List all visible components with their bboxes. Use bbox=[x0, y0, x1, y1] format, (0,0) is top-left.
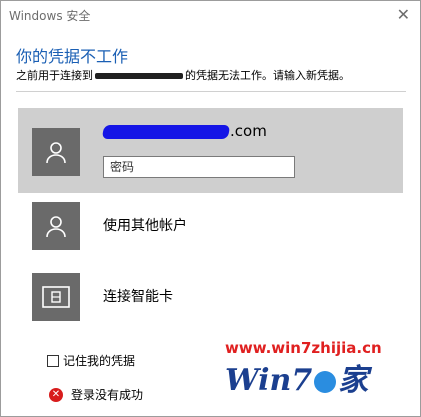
redacted-account-name bbox=[101, 124, 231, 139]
user-icon bbox=[32, 128, 80, 176]
user-icon bbox=[32, 202, 80, 250]
watermark-logo: Win7 家 bbox=[225, 355, 395, 399]
error-message: ✕ 登录没有成功 bbox=[49, 386, 143, 403]
credential-dialog: Windows 安全 ✕ 你的凭据不工作 之前用于连接到 的凭据无法工作。请输入新… bbox=[0, 0, 421, 417]
remember-label: 记住我的凭据 bbox=[63, 354, 136, 368]
watermark: www.win7zhijia.cn Win7 家 bbox=[225, 339, 395, 409]
error-text: 登录没有成功 bbox=[71, 388, 144, 402]
watermark-logo-b: 家 bbox=[338, 363, 369, 398]
remember-checkbox[interactable] bbox=[47, 354, 59, 367]
close-icon[interactable]: ✕ bbox=[397, 5, 410, 24]
password-input[interactable] bbox=[103, 156, 295, 178]
subtitle-after: 的凭据无法工作。请输入新凭据。 bbox=[185, 69, 350, 82]
window-title: Windows 安全 bbox=[9, 9, 91, 23]
account-tile-other[interactable]: 使用其他帐户 bbox=[18, 196, 403, 256]
account-tile-selected[interactable]: .com bbox=[18, 108, 403, 193]
subtitle-before: 之前用于连接到 bbox=[16, 69, 93, 82]
dialog-heading: 你的凭据不工作 bbox=[16, 47, 129, 66]
watermark-logo-a: Win7 bbox=[225, 363, 313, 398]
smartcard-icon bbox=[32, 273, 80, 321]
smartcard-label: 连接智能卡 bbox=[103, 289, 173, 305]
error-icon: ✕ bbox=[49, 387, 63, 402]
account-tile-smartcard[interactable]: 连接智能卡 bbox=[18, 267, 403, 327]
dialog-subtitle: 之前用于连接到 的凭据无法工作。请输入新凭据。 bbox=[16, 67, 350, 83]
remember-credentials[interactable]: 记住我的凭据 bbox=[47, 352, 135, 369]
other-account-label: 使用其他帐户 bbox=[103, 218, 187, 234]
windows-orb-icon bbox=[314, 371, 337, 393]
account-name-suffix: .com bbox=[230, 122, 267, 140]
divider bbox=[16, 91, 406, 92]
account-name: .com bbox=[101, 122, 267, 140]
redacted-server-name bbox=[95, 73, 183, 79]
